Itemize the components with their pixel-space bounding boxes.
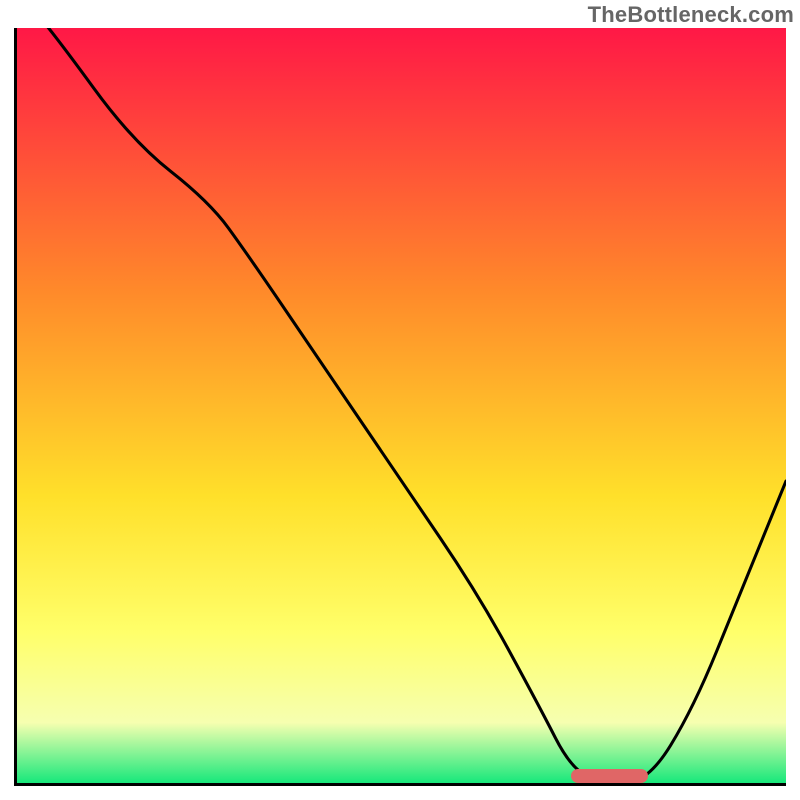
chart-stage: TheBottleneck.com xyxy=(0,0,800,800)
watermark-text: TheBottleneck.com xyxy=(588,2,794,28)
curve-layer xyxy=(17,28,786,783)
bottleneck-curve xyxy=(17,28,786,783)
plot-area xyxy=(14,28,786,786)
min-marker xyxy=(571,769,648,783)
